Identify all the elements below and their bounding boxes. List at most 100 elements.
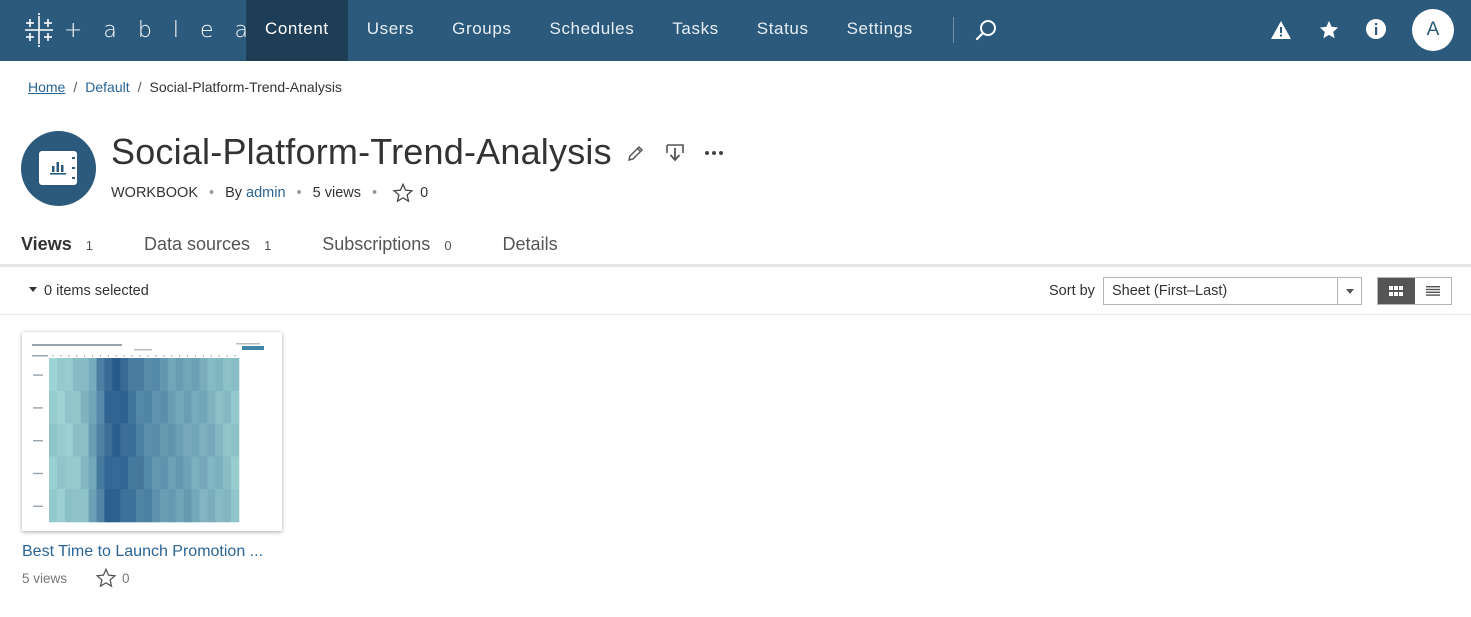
thumb-heatmap-cell	[215, 456, 224, 490]
tabs-divider	[0, 264, 1471, 267]
thumb-heatmap-cell	[120, 423, 129, 457]
list-view-button[interactable]	[1415, 278, 1452, 304]
thumb-heatmap-cell	[104, 423, 113, 457]
sort-select[interactable]: Sheet (First–Last)	[1103, 277, 1362, 305]
thumb-heatmap-cell	[88, 423, 97, 457]
thumb-column-tick	[76, 355, 78, 357]
thumb-heatmap-cell	[72, 423, 81, 457]
thumb-column-tick	[123, 355, 125, 357]
view-title-link[interactable]: Best Time to Launch Promotion ...	[22, 543, 263, 561]
thumb-heatmap-cell	[191, 489, 200, 523]
thumb-column-tick	[115, 355, 117, 357]
thumb-column-tick	[68, 355, 70, 357]
thumb-column-tick	[210, 355, 212, 357]
thumb-heatmap-cell	[207, 456, 216, 490]
tab-details[interactable]: Details	[503, 231, 558, 267]
thumb-heatmap-cell	[175, 358, 184, 392]
thumb-column-tick	[99, 355, 102, 357]
selection-caret-icon[interactable]	[29, 287, 37, 292]
nav-status[interactable]: Status	[738, 0, 828, 61]
sort-selected-value: Sheet (First–Last)	[1112, 283, 1228, 299]
selection-menu[interactable]: 0 items selected	[44, 283, 149, 299]
workbook-meta: WORKBOOK • By admin • 5 views • 0	[111, 182, 428, 204]
thumb-heatmap-cell	[151, 390, 161, 424]
thumb-heatmap-cell	[96, 423, 105, 457]
thumb-row-header	[32, 355, 48, 357]
nav-schedules[interactable]: Schedules	[531, 0, 654, 61]
tab-data-sources[interactable]: Data sources 1	[144, 231, 271, 267]
nav-users[interactable]: Users	[348, 0, 433, 61]
thumb-column-tick	[218, 355, 220, 357]
thumb-row-label	[33, 505, 43, 507]
nav-groups[interactable]: Groups	[433, 0, 530, 61]
breadcrumb-home-link[interactable]: Home	[28, 79, 65, 95]
tab-label: Views	[21, 234, 72, 254]
thumb-heatmap-cell	[136, 456, 145, 490]
thumb-heatmap-cell	[167, 423, 176, 457]
meta-dot: •	[296, 185, 302, 201]
favorite-count: 0	[420, 185, 429, 201]
thumb-column-tick	[194, 355, 197, 357]
thumb-heatmap-cell	[223, 423, 232, 457]
thumb-heatmap-cell	[199, 390, 208, 424]
thumb-heatmap-cell	[136, 390, 145, 424]
view-thumbnail[interactable]	[22, 332, 282, 531]
more-actions-icon[interactable]	[704, 143, 724, 163]
thumb-heatmap-cell	[128, 423, 137, 457]
thumb-heatmap-cell	[144, 390, 153, 424]
thumb-column-tick	[91, 355, 94, 357]
view-meta: 5 views 0	[22, 567, 130, 589]
thumb-column-ticks	[52, 355, 236, 357]
nav-content[interactable]: Content	[246, 0, 348, 61]
thumb-heatmap-cell	[112, 423, 121, 457]
tab-subscriptions[interactable]: Subscriptions 0	[322, 231, 451, 267]
thumb-heatmap-cell	[112, 358, 121, 392]
breadcrumb: Home / Default / Social-Platform-Trend-A…	[28, 79, 342, 95]
thumb-heatmap-cell	[136, 423, 145, 457]
grid-view-button[interactable]	[1378, 278, 1415, 304]
thumb-heatmap-cell	[144, 358, 153, 392]
tab-views[interactable]: Views 1	[21, 231, 93, 267]
search-icon[interactable]	[974, 18, 998, 42]
thumb-heatmap-cell	[199, 423, 208, 457]
main-nav: Content Users Groups Schedules Tasks Sta…	[246, 0, 932, 61]
favorite-star-icon[interactable]	[95, 567, 117, 589]
thumb-heatmap-cell	[199, 489, 208, 523]
info-icon[interactable]	[1365, 18, 1387, 40]
star-icon[interactable]	[1318, 19, 1340, 41]
thumb-heatmap-cell	[144, 489, 153, 523]
user-avatar[interactable]: A	[1412, 9, 1454, 51]
thumb-heatmap-cell	[88, 390, 97, 424]
thumb-heatmap-cell	[167, 456, 176, 490]
favorite-star-icon[interactable]	[392, 182, 414, 204]
thumb-heatmap-cell	[207, 390, 216, 424]
thumb-heatmap-cell	[159, 489, 169, 523]
thumb-heatmap-cell	[183, 358, 192, 392]
thumb-heatmap-cell	[112, 489, 121, 523]
thumb-heatmap-cell	[175, 390, 184, 424]
thumb-heatmap-cell	[49, 456, 58, 490]
owner-link[interactable]: admin	[246, 185, 286, 201]
download-icon[interactable]	[664, 142, 686, 164]
tab-label: Details	[502, 234, 558, 254]
nav-divider	[953, 17, 954, 43]
thumb-heatmap-cell	[96, 390, 105, 424]
thumb-column-tick	[171, 355, 173, 357]
alert-icon[interactable]	[1270, 19, 1292, 41]
workbook-card-icon	[39, 151, 77, 185]
edit-pencil-icon[interactable]	[626, 143, 646, 163]
chevron-down-icon[interactable]	[1337, 278, 1361, 304]
nav-settings[interactable]: Settings	[828, 0, 932, 61]
nav-tasks[interactable]: Tasks	[653, 0, 737, 61]
title-actions	[626, 142, 724, 164]
tab-count: 1	[264, 238, 272, 253]
thumb-heatmap-cell	[223, 358, 232, 392]
thumb-heatmap-cell	[80, 358, 89, 392]
breadcrumb-separator: /	[73, 79, 78, 95]
thumb-heatmap-cell	[175, 456, 184, 490]
thumb-column-tick	[163, 355, 165, 357]
toolbar-divider	[0, 314, 1471, 315]
thumb-heatmap-cell	[223, 456, 232, 490]
breadcrumb-project-link[interactable]: Default	[85, 79, 129, 95]
thumb-heatmap-cell	[199, 456, 208, 490]
